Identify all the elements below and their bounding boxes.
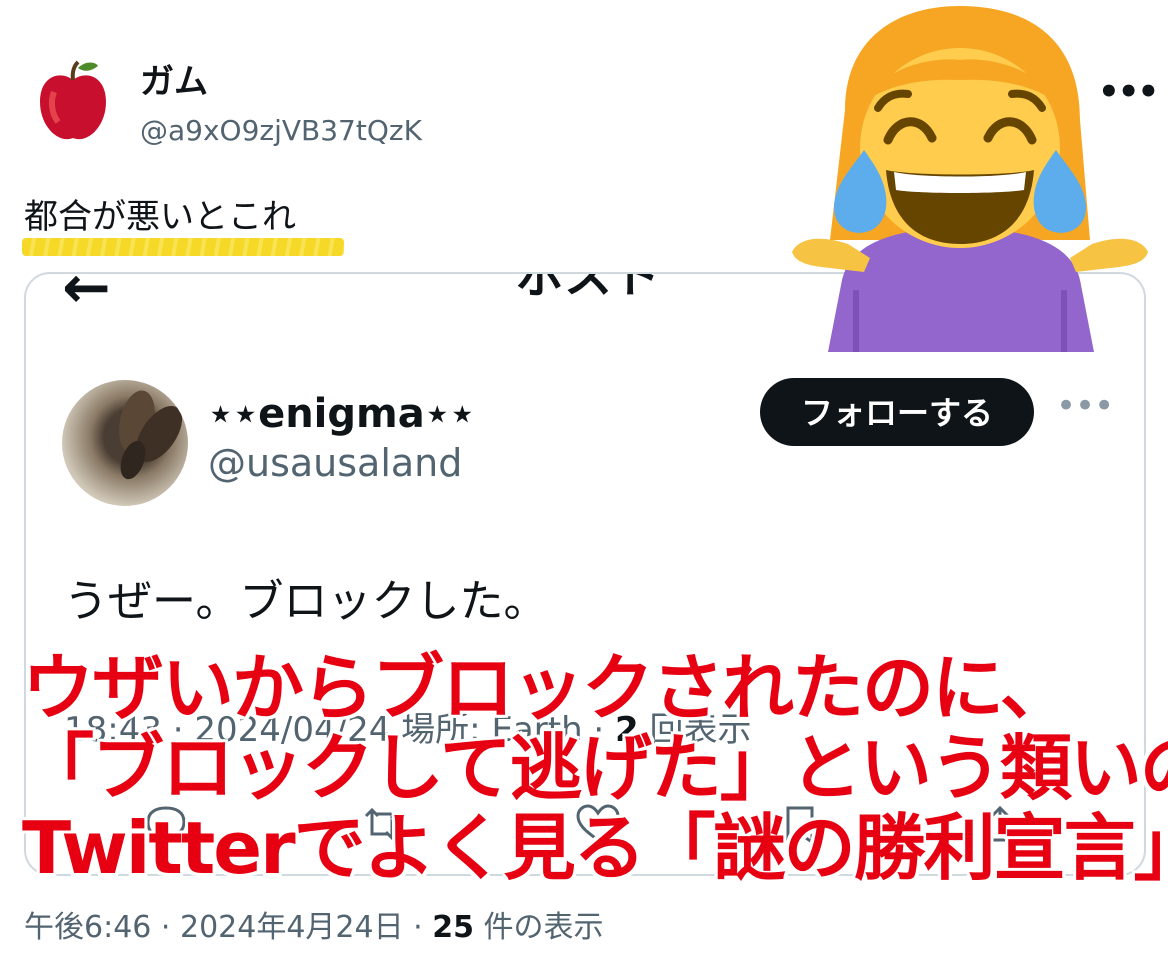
views-count: 25 bbox=[432, 910, 474, 945]
caption-line-2: 「ブロックして逃げた」という類いの bbox=[22, 726, 1168, 810]
caption-line-1: ウザいからブロックされたのに、 bbox=[22, 646, 1072, 730]
display-name[interactable]: ガム bbox=[140, 62, 208, 102]
text-highlight bbox=[22, 238, 344, 256]
laughing-shrug-woman-emoji bbox=[790, 0, 1150, 352]
user-handle[interactable]: @a9xO9zjVB37tQzK bbox=[140, 114, 422, 148]
caption-line-3: Twitterでよく見る「謎の勝利宣言」 bbox=[22, 806, 1168, 890]
post-footer: 午後6:46 · 2024年4月24日 · 25 件の表示 bbox=[24, 908, 604, 948]
enigma-avatar bbox=[62, 380, 188, 506]
apple-icon bbox=[24, 52, 122, 150]
follow-button: フォローする bbox=[760, 378, 1034, 446]
post-text: 都合が悪いとこれ bbox=[24, 197, 296, 237]
quoted-user-handle: @usausaland bbox=[208, 441, 463, 485]
quoted-display-name: ⋆⋆enigma⋆⋆ bbox=[208, 391, 475, 437]
views-label: 件の表示 bbox=[473, 910, 604, 945]
quoted-post-text: うぜー。ブロックした。 bbox=[64, 576, 548, 627]
user-avatar[interactable] bbox=[24, 52, 122, 150]
more-horizontal-icon: ••• bbox=[1056, 386, 1114, 426]
post-timestamp[interactable]: 午後6:46 · 2024年4月24日 · bbox=[24, 910, 432, 945]
screenshot-topbar-title: ポスト bbox=[516, 272, 661, 304]
arrow-left-icon: ← bbox=[62, 272, 111, 321]
overlay-caption: ウザいからブロックされたのに、 「ブロックして逃げた」という類いの Twitte… bbox=[22, 646, 1168, 890]
